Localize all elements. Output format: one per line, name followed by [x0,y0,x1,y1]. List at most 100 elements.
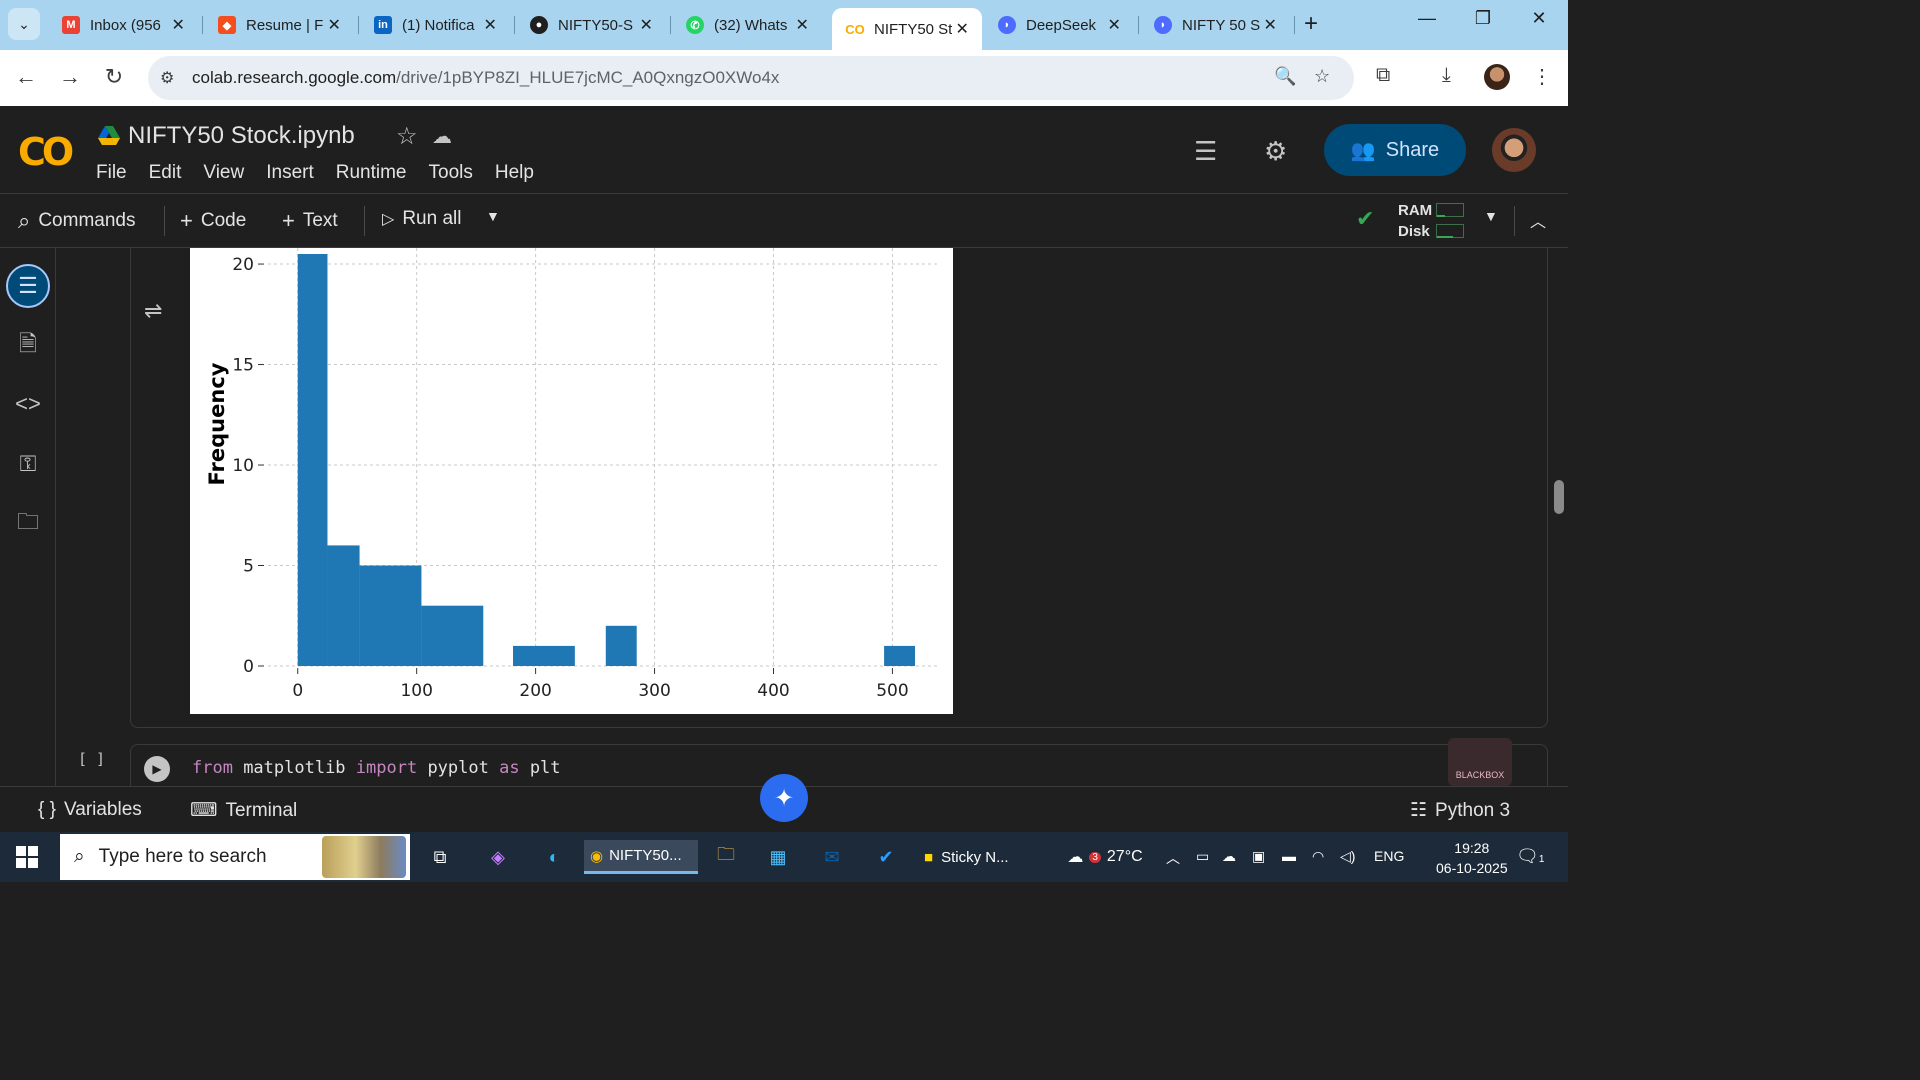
copilot-icon[interactable]: ◈ [478,840,518,874]
tab-resume[interactable]: ◆ Resume | F ✕ [204,8,354,42]
close-icon[interactable]: ✕ [792,15,812,35]
close-icon[interactable]: ✕ [1260,15,1280,35]
run-all-label: Run all [402,208,462,229]
menu-file[interactable]: File [96,162,127,184]
store-icon[interactable]: ▦ [758,840,798,874]
sticky-notes-icon: ■ [924,848,934,866]
avatar[interactable] [1484,64,1510,90]
star-icon[interactable]: ☆ [396,122,418,151]
task-view-icon[interactable]: ⧉ [420,840,460,874]
collapse-header-button[interactable]: ︿ [1530,208,1546,232]
close-icon[interactable]: ✕ [168,15,188,35]
menu-runtime[interactable]: Runtime [336,162,407,184]
run-options-dropdown[interactable]: ▼ [486,208,500,224]
tab-deepseek[interactable]: ◗ DeepSeek ✕ [984,8,1134,42]
commands-button[interactable]: ⌕ Commands [18,208,135,234]
chart-bars [297,254,916,666]
url-text: colab.research.google.com/drive/1pBYP8ZI… [192,68,779,88]
share-button[interactable]: 👥 Share [1324,124,1466,176]
key-icon[interactable]: ⚿ [10,446,46,482]
notification-icon[interactable]: 🗨1 [1516,846,1544,867]
close-icon[interactable]: ✕ [480,15,500,35]
file-explorer-icon[interactable]: 🗀 [706,840,746,874]
output-actions-icon[interactable]: ⇌ [144,298,162,324]
gemini-button[interactable]: ✦ [760,774,808,822]
taskbar-search[interactable]: ⌕ Type here to search [60,834,410,880]
site-info-icon[interactable]: ⚙ [160,68,174,88]
resources-dropdown[interactable]: ▼ [1484,208,1498,224]
gmail-icon: M [62,16,80,34]
menu-tools[interactable]: Tools [429,162,473,184]
add-text-button[interactable]: + Text [282,208,338,234]
blackbox-extension-button[interactable]: BLACKBOX [1448,738,1512,786]
volume-icon[interactable]: ◁) [1340,848,1355,865]
y-tick-label: 5 [243,557,254,577]
new-tab-button[interactable]: + [1304,10,1318,38]
variables-button[interactable]: { } Variables [38,799,142,821]
tab-search-button[interactable]: ⌄ [8,8,40,40]
linkedin-icon: in [374,16,392,34]
colab-logo[interactable]: CO [18,130,74,174]
menu-edit[interactable]: Edit [149,162,182,184]
battery-icon[interactable]: ▬ [1282,848,1296,864]
cloud-saved-icon[interactable]: ☁ [432,124,452,149]
todo-icon[interactable]: ✔ [866,840,906,874]
display-icon[interactable]: ▣ [1252,848,1265,865]
close-icon[interactable]: ✕ [636,15,656,35]
code-editor[interactable]: from matplotlib import pyplot as plt [192,758,561,778]
folder-icon[interactable]: 🗀 [10,506,46,542]
taskbar-chrome[interactable]: ◉ NIFTY50... [584,840,698,874]
edge-icon[interactable]: ◐ [534,840,574,874]
chrome-menu-icon[interactable]: ⋮ [1532,64,1552,89]
restore-button[interactable]: ❐ [1468,8,1498,29]
avatar[interactable] [1492,128,1536,172]
menu-view[interactable]: View [203,162,244,184]
forward-button[interactable]: → [56,64,84,90]
meet-icon[interactable]: ▭ [1196,848,1209,865]
taskbar-sticky-notes[interactable]: ■ Sticky N... [920,840,1020,874]
notification-count: 1 [1538,854,1545,865]
close-window-button[interactable]: ✕ [1524,8,1554,29]
find-replace-icon[interactable]: 🗎 [10,328,46,364]
comments-icon[interactable]: ☰ [1194,136,1217,167]
tab-whatsapp[interactable]: ✆ (32) Whats ✕ [672,8,822,42]
extensions-icon[interactable]: ⧉ [1376,64,1390,87]
add-code-button[interactable]: + Code [180,208,246,234]
taskbar-clock[interactable]: 19:28 06-10-2025 [1436,838,1508,878]
onedrive-icon[interactable]: ☁ [1222,848,1236,865]
run-all-button[interactable]: ▷ Run all [382,208,461,230]
minimize-button[interactable]: — [1412,8,1442,29]
left-sidebar: ☰ 🗎 <> ⚿ 🗀 [0,248,56,786]
toc-icon[interactable]: ☰ [6,264,50,308]
gear-icon[interactable]: ⚙ [1264,136,1287,167]
close-icon[interactable]: ✕ [952,19,972,39]
download-icon[interactable]: ⤓ [1442,64,1451,87]
menu-help[interactable]: Help [495,162,534,184]
outlook-icon[interactable]: ✉ [812,840,852,874]
tab-nifty-deepseek[interactable]: ◗ NIFTY 50 S ✕ [1140,8,1290,42]
back-button[interactable]: ← [12,64,40,90]
reload-button[interactable]: ↻ [100,64,128,90]
run-cell-button[interactable]: ▶ [144,756,170,782]
address-bar[interactable]: ⚙ colab.research.google.com/drive/1pBYP8… [148,56,1354,100]
deepseek-icon: ◗ [998,16,1016,34]
scrollbar-thumb[interactable] [1554,480,1564,514]
tray-chevron-up-icon[interactable]: ︿ [1166,848,1180,868]
kernel-indicator[interactable]: ☷ Python 3 [1410,799,1510,822]
windows-start-icon[interactable] [16,846,38,868]
tab-github[interactable]: ● NIFTY50-S ✕ [516,8,666,42]
close-icon[interactable]: ✕ [1104,15,1124,35]
menu-insert[interactable]: Insert [266,162,314,184]
wifi-icon[interactable]: ◠ [1312,848,1324,865]
zoom-icon[interactable]: 🔍 [1274,66,1296,87]
tab-colab-active[interactable]: CO NIFTY50 St ✕ [832,8,982,50]
terminal-button[interactable]: ⌨ Terminal [190,799,297,822]
bookmark-star-icon[interactable]: ☆ [1314,66,1330,87]
tab-linkedin[interactable]: in (1) Notifica ✕ [360,8,510,42]
weather-widget[interactable]: ☁ 3 27°C [1060,840,1150,874]
language-indicator[interactable]: ENG [1374,848,1404,864]
code-snippets-icon[interactable]: <> [10,386,46,422]
tab-gmail[interactable]: M Inbox (956 ✕ [48,8,198,42]
notebook-title[interactable]: NIFTY50 Stock.ipynb [128,122,355,150]
close-icon[interactable]: ✕ [324,15,344,35]
